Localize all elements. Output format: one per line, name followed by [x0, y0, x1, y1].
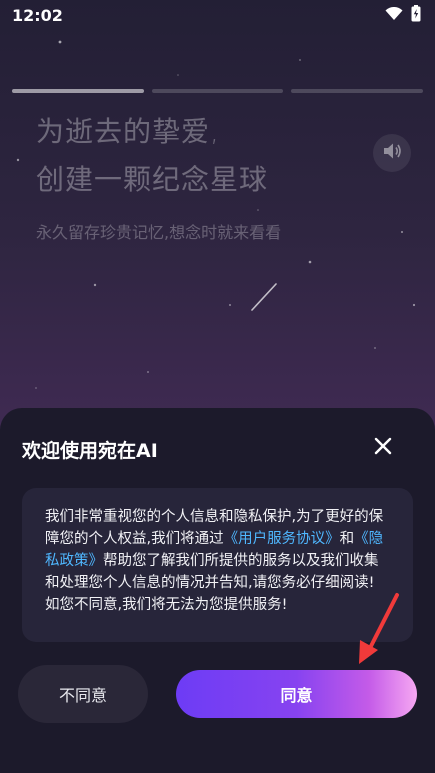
progress-segment-3	[291, 89, 424, 93]
battery-charging-icon	[411, 4, 421, 26]
close-icon	[374, 437, 392, 459]
progress-segment-1	[12, 89, 144, 93]
privacy-notice: 我们非常重视您的个人信息和隐私保护,为了更好的保障您的个人权益,我们将通过《用户…	[22, 488, 413, 642]
user-agreement-link[interactable]: 《用户服务协议》	[224, 531, 340, 547]
hero-headline-line2: 创建一颗纪念星球	[36, 163, 269, 196]
agree-button[interactable]: 同意	[176, 670, 417, 718]
speaker-icon	[382, 142, 402, 164]
status-time: 12:02	[12, 5, 63, 25]
notice-text-last: 如您不同意,我们将无法为您提供服务!	[45, 597, 288, 613]
speaker-button[interactable]	[373, 134, 411, 172]
hero-headline: 为逝去的挚爱, 创建一颗纪念星球	[36, 108, 268, 204]
hero-headline-line1: 为逝去的挚爱,	[36, 115, 220, 148]
hero-subline: 永久留存珍贵记忆,想念时就来看看	[36, 223, 282, 242]
privacy-dialog: 欢迎使用宛在AI 我们非常重视您的个人信息和隐私保护,为了更好的保障您的个人权益…	[0, 408, 435, 773]
progress-segment-2	[151, 89, 284, 93]
disagree-button[interactable]: 不同意	[18, 665, 148, 723]
wifi-icon	[385, 6, 403, 25]
story-progress	[12, 89, 424, 93]
starfield-background	[16, 40, 416, 389]
dialog-title: 欢迎使用宛在AI	[22, 440, 158, 462]
status-icons	[385, 4, 421, 26]
status-bar: 12:02	[0, 0, 435, 30]
notice-text-and: 和	[339, 531, 355, 547]
close-button[interactable]	[370, 435, 396, 461]
